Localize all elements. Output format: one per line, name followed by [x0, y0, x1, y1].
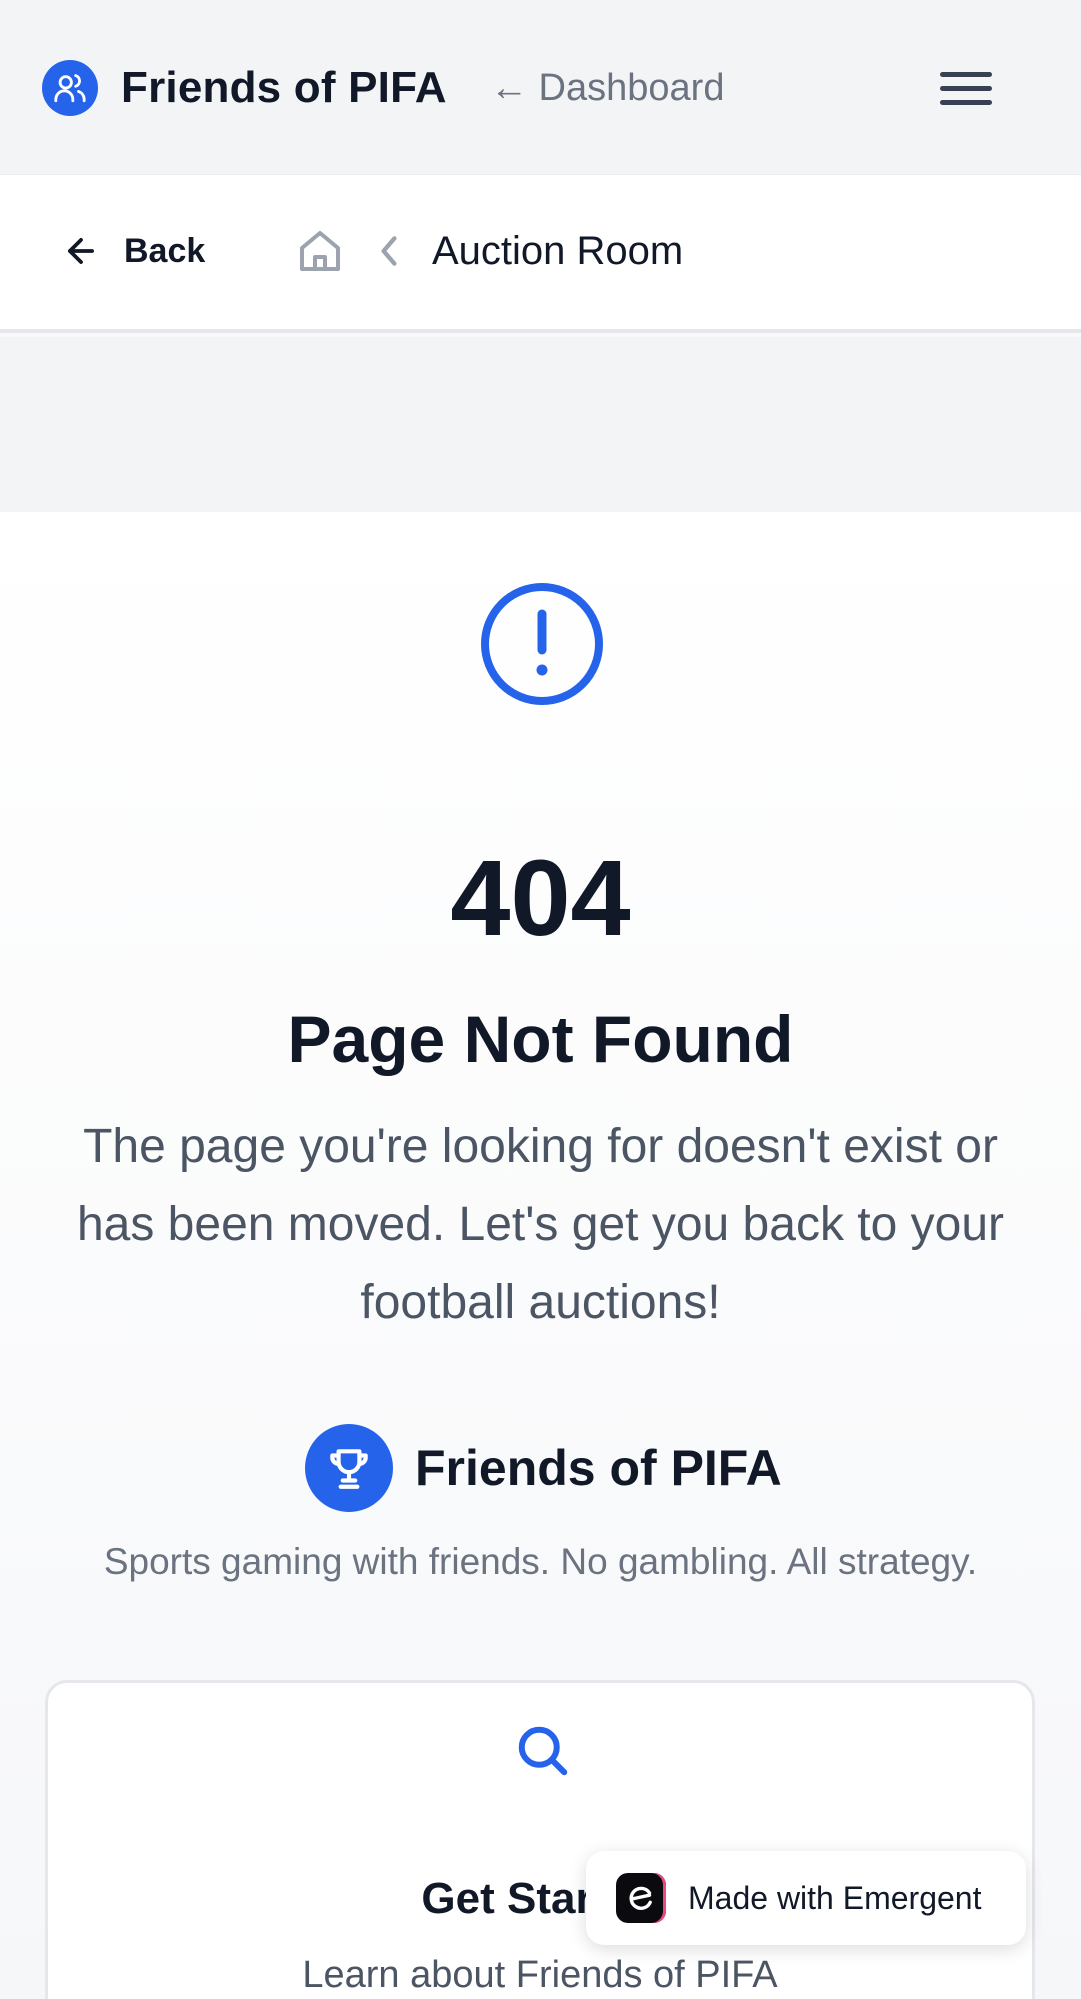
spacer-band — [0, 337, 1081, 512]
back-label: Back — [124, 231, 206, 270]
trophy-icon — [305, 1424, 393, 1512]
brand-title[interactable]: Friends of PIFA — [121, 60, 447, 116]
search-icon — [518, 1726, 568, 1776]
dashboard-link[interactable]: ← Dashboard — [490, 60, 724, 116]
get-started-card[interactable]: Get Started Learn about Friends of PIFA — [45, 1680, 1035, 1999]
page: Friends of PIFA ← Dashboard Back Auction… — [0, 0, 1081, 1999]
error-code: 404 — [450, 837, 631, 958]
hamburger-menu-icon[interactable] — [940, 60, 1000, 116]
alert-circle-icon — [481, 583, 603, 705]
breadcrumb: Back Auction Room — [0, 175, 1081, 333]
home-icon[interactable] — [296, 227, 344, 275]
error-title: Page Not Found — [287, 1002, 794, 1076]
users-icon[interactable] — [42, 60, 98, 116]
brand-name: Friends of PIFA — [415, 1440, 782, 1496]
brand-block: Friends of PIFA — [305, 1424, 782, 1512]
card-description: Learn about Friends of PIFA — [302, 1954, 778, 1996]
back-button[interactable]: Back — [62, 219, 205, 283]
arrow-left-icon — [68, 238, 94, 264]
app-header: Friends of PIFA ← Dashboard — [0, 0, 1081, 175]
tagline: Sports gaming with friends. No gambling.… — [103, 1541, 978, 1582]
made-with-emergent-badge[interactable]: Made with Emergent — [586, 1851, 1026, 1945]
chevron-left-icon — [381, 236, 397, 266]
breadcrumb-current: Auction Room — [432, 229, 684, 273]
emergent-logo-icon — [616, 1873, 666, 1923]
badge-text: Made with Emergent — [688, 1879, 982, 1916]
error-message: The page you're looking for doesn't exis… — [76, 1120, 1005, 1329]
